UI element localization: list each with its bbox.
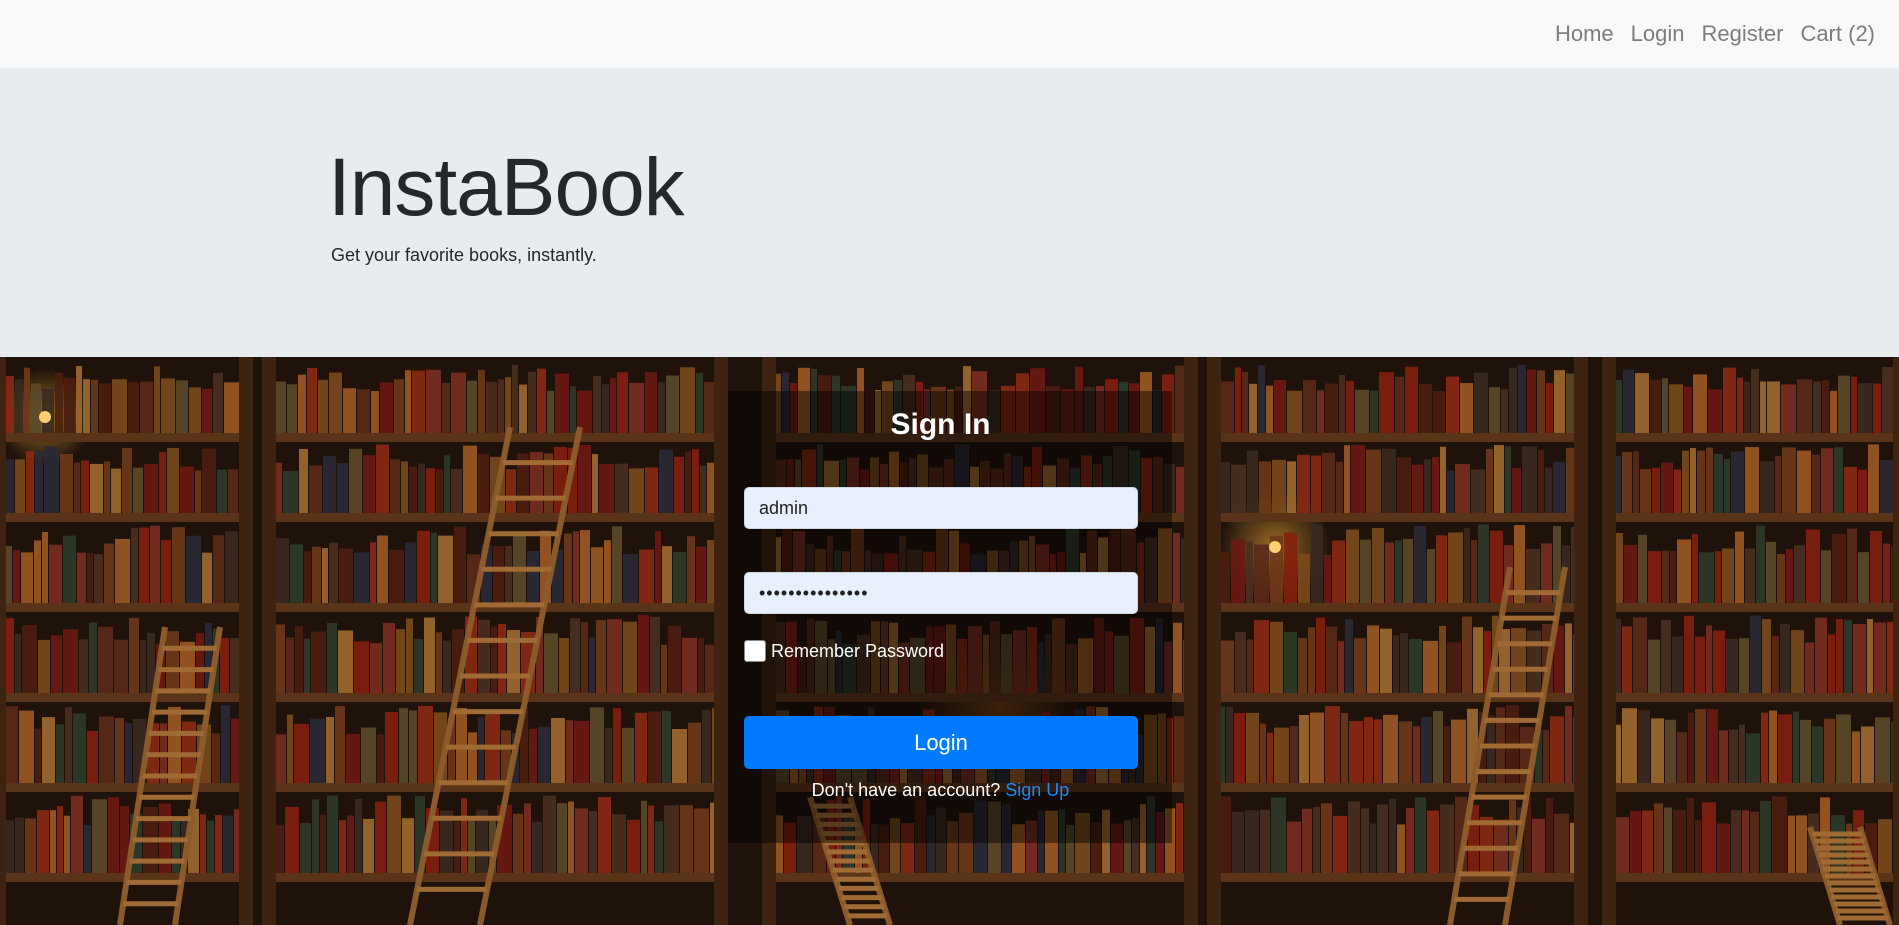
login-button[interactable]: Login xyxy=(744,716,1138,769)
hero-tagline: Get your favorite books, instantly. xyxy=(331,245,597,265)
nav-link-cart[interactable]: Cart (2) xyxy=(1800,21,1875,47)
remember-password-label[interactable]: Remember Password xyxy=(771,641,944,662)
nav-link-home[interactable]: Home xyxy=(1555,21,1614,47)
signup-prompt-text: Don't have an account? xyxy=(811,780,1001,800)
signin-panel xyxy=(728,391,1172,843)
remember-password-checkbox[interactable] xyxy=(744,640,766,662)
nav-link-register[interactable]: Register xyxy=(1702,21,1784,47)
password-input[interactable] xyxy=(744,572,1138,614)
hero-banner: InstaBook Get your favorite books, insta… xyxy=(0,69,1899,357)
remember-password-row: Remember Password xyxy=(744,639,944,663)
signup-link[interactable]: Sign Up xyxy=(1005,780,1069,800)
top-navbar: Home Login Register Cart (2) xyxy=(0,0,1899,69)
signin-title: Sign In xyxy=(890,408,991,441)
brand-title: InstaBook xyxy=(328,142,685,233)
nav-link-login[interactable]: Login xyxy=(1631,21,1685,47)
signup-prompt-row: Don't have an account? Sign Up xyxy=(0,780,1881,801)
username-input[interactable] xyxy=(744,487,1138,529)
